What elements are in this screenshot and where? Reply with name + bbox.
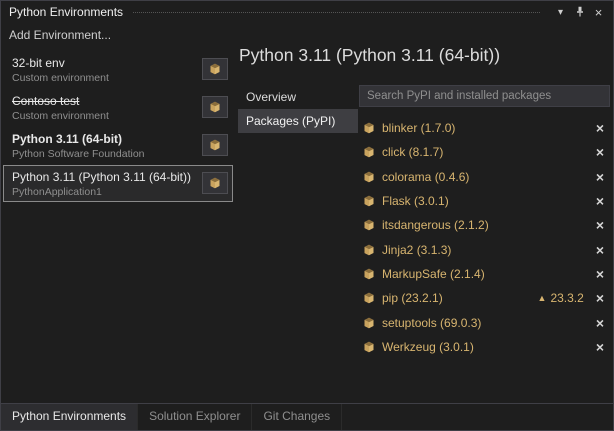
package-name: pip (23.2.1) [382, 291, 443, 305]
package-icon [209, 177, 221, 189]
package-row[interactable]: colorama (0.4.6) ▲ × [359, 165, 610, 189]
package-name: MarkupSafe (2.1.4) [382, 267, 485, 281]
environment-list-item[interactable]: Python 3.11 (Python 3.11 (64-bit)) Pytho… [3, 165, 233, 202]
package-name: Werkzeug (3.0.1) [382, 340, 474, 354]
environment-name: Python 3.11 (64-bit) [12, 132, 198, 146]
bottom-tab-label: Git Changes [263, 409, 330, 423]
package-icon [209, 139, 221, 151]
chevron-down-icon: ▾ [558, 7, 563, 18]
package-icon [363, 219, 375, 231]
package-row[interactable]: MarkupSafe (2.1.4) ▲ × [359, 262, 610, 286]
package-icon [363, 317, 375, 329]
environment-list: 32-bit env Custom environment Contoso te… [3, 51, 233, 203]
package-icon [363, 195, 375, 207]
window-position-button[interactable]: ▾ [552, 4, 569, 21]
package-row[interactable]: Jinja2 (3.1.3) ▲ × [359, 237, 610, 261]
environment-list-item[interactable]: Contoso test Custom environment [3, 89, 233, 126]
update-arrow-icon: ▲ [538, 294, 547, 303]
remove-package-button[interactable]: × [596, 170, 604, 184]
environment-list-item[interactable]: Python 3.11 (64-bit) Python Software Fou… [3, 127, 233, 164]
remove-package-button[interactable]: × [596, 194, 604, 208]
package-row[interactable]: click (8.1.7) ▲ × [359, 140, 610, 164]
environment-description: PythonApplication1 [12, 186, 198, 198]
environment-name: 32-bit env [12, 56, 198, 70]
remove-package-button[interactable]: × [596, 218, 604, 232]
package-name: setuptools (69.0.3) [382, 316, 481, 330]
package-name: click (8.1.7) [382, 145, 443, 159]
remove-package-button[interactable]: × [596, 291, 604, 305]
environment-packages-button[interactable] [202, 172, 228, 194]
package-icon [363, 122, 375, 134]
remove-package-button[interactable]: × [596, 121, 604, 135]
selected-environment-title: Python 3.11 (Python 3.11 (64-bit)) [239, 45, 609, 66]
remove-package-button[interactable]: × [596, 267, 604, 281]
bottom-tab[interactable]: Solution Explorer [138, 404, 252, 430]
package-icon [363, 341, 375, 353]
package-name: blinker (1.7.0) [382, 121, 455, 135]
environment-description: Custom environment [12, 72, 198, 84]
update-version: 23.3.2 [550, 291, 583, 305]
remove-package-button[interactable]: × [596, 340, 604, 354]
package-search-input[interactable] [360, 86, 609, 106]
environment-name: Python 3.11 (Python 3.11 (64-bit)) [12, 170, 198, 184]
bottom-tab[interactable]: Python Environments [1, 404, 138, 430]
pin-icon [574, 6, 586, 18]
package-search-box [359, 85, 610, 107]
package-row[interactable]: setuptools (69.0.3) ▲ × [359, 310, 610, 334]
detail-tab-list: Overview Packages (PyPI) [238, 85, 358, 133]
python-environments-window: Python Environments ▾ × Add Environment.… [0, 0, 614, 431]
remove-package-button[interactable]: × [596, 316, 604, 330]
environment-name: Contoso test [12, 94, 198, 108]
bottom-tab[interactable]: Git Changes [252, 404, 342, 430]
remove-package-button[interactable]: × [596, 145, 604, 159]
package-icon [363, 171, 375, 183]
titlebar: Python Environments ▾ × [1, 1, 613, 23]
package-icon [363, 292, 375, 304]
package-name: Jinja2 (3.1.3) [382, 243, 451, 257]
close-button[interactable]: × [590, 4, 607, 21]
package-icon [363, 244, 375, 256]
bottom-tab-strip: Python Environments Solution Explorer Gi… [1, 403, 613, 430]
package-icon [363, 268, 375, 280]
package-icon [209, 101, 221, 113]
environment-description: Custom environment [12, 110, 198, 122]
detail-tab[interactable]: Packages (PyPI) [238, 109, 358, 133]
close-icon: × [595, 5, 603, 20]
package-row[interactable]: pip (23.2.1) ▲ 23.3.2 × [359, 286, 610, 310]
package-row[interactable]: Flask (3.0.1) ▲ × [359, 189, 610, 213]
environment-packages-button[interactable] [202, 96, 228, 118]
package-icon [209, 63, 221, 75]
environment-packages-button[interactable] [202, 134, 228, 156]
package-row[interactable]: itsdangerous (2.1.2) ▲ × [359, 213, 610, 237]
detail-tab[interactable]: Overview [238, 85, 358, 109]
package-name: colorama (0.4.6) [382, 170, 469, 184]
package-icon [363, 146, 375, 158]
package-list: blinker (1.7.0) ▲ × click (8.1.7) [359, 116, 610, 359]
pin-button[interactable] [571, 4, 588, 21]
detail-tab-label: Packages (PyPI) [246, 114, 335, 128]
environment-description: Python Software Foundation [12, 148, 198, 160]
package-name: Flask (3.0.1) [382, 194, 449, 208]
window-title: Python Environments [9, 5, 123, 19]
add-environment-button[interactable]: Add Environment... [9, 28, 111, 42]
package-name: itsdangerous (2.1.2) [382, 218, 489, 232]
environment-list-item[interactable]: 32-bit env Custom environment [3, 51, 233, 88]
remove-package-button[interactable]: × [596, 243, 604, 257]
titlebar-grip[interactable] [133, 12, 540, 13]
detail-tab-label: Overview [246, 90, 296, 104]
bottom-tab-label: Solution Explorer [149, 409, 240, 423]
package-row[interactable]: blinker (1.7.0) ▲ × [359, 116, 610, 140]
bottom-tab-label: Python Environments [12, 409, 126, 423]
package-row[interactable]: Werkzeug (3.0.1) ▲ × [359, 335, 610, 359]
package-update-button[interactable]: ▲ 23.3.2 [538, 291, 584, 305]
environment-packages-button[interactable] [202, 58, 228, 80]
